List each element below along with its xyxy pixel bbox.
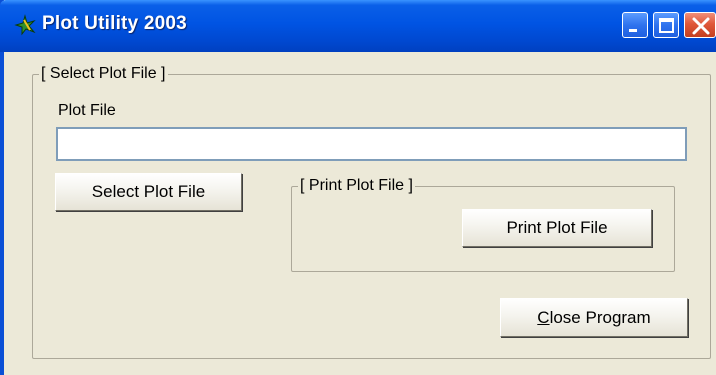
app-icon <box>14 14 36 36</box>
window-title: Plot Utility 2003 <box>42 13 187 34</box>
maximize-icon <box>659 18 674 33</box>
select-plot-file-button[interactable]: Select Plot File <box>55 173 242 211</box>
close-program-mnemonic: C <box>537 307 550 327</box>
close-program-button[interactable]: Close Program <box>500 298 688 337</box>
title-bar[interactable]: Plot Utility 2003 <box>0 0 716 52</box>
print-plot-file-button[interactable]: Print Plot File <box>462 209 652 247</box>
close-icon <box>692 17 710 35</box>
print-plot-file-legend: [ Print Plot File ] <box>298 176 415 196</box>
minimize-icon <box>629 29 637 32</box>
main-window: Plot Utility 2003 [ Select Plot File ] P… <box>0 0 716 375</box>
maximize-button[interactable] <box>653 12 679 38</box>
plot-file-label: Plot File <box>58 102 116 119</box>
plot-file-input[interactable] <box>56 127 687 161</box>
minimize-button[interactable] <box>622 12 648 38</box>
close-window-button[interactable] <box>684 12 716 38</box>
close-program-label: lose Program <box>549 307 651 327</box>
select-plot-file-legend: [ Select Plot File ] <box>39 64 168 84</box>
